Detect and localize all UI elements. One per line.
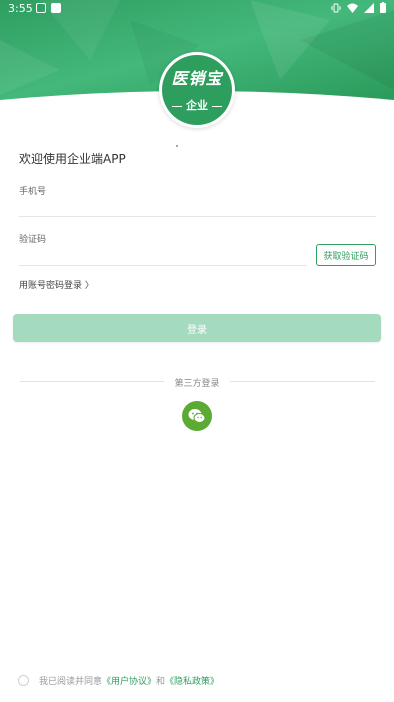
vibrate-icon [331, 3, 341, 12]
password-login-link[interactable]: 用账号密码登录 〉 [19, 278, 94, 291]
app-logo: 医销宝 企业 [159, 52, 235, 128]
code-label: 验证码 [19, 235, 47, 245]
wifi-icon [347, 3, 358, 13]
decorative-dot [176, 145, 178, 147]
app-icon [51, 3, 61, 13]
logo-subtitle: 企业 [162, 97, 232, 113]
wechat-icon [188, 409, 206, 423]
code-input[interactable] [19, 246, 307, 266]
user-agreement-link[interactable]: 《用户协议》 [102, 674, 156, 687]
phone-input[interactable] [19, 197, 376, 217]
agreement-radio[interactable] [18, 675, 29, 686]
status-bar: 3:55 [0, 0, 394, 18]
notification-icon [36, 3, 46, 13]
battery-icon [380, 2, 386, 13]
privacy-policy-link[interactable]: 《隐私政策》 [165, 674, 219, 687]
notification-icons [36, 3, 61, 13]
agreement-prefix: 我已阅读并同意 [39, 677, 103, 687]
logo-badge: 医销宝 企业 [162, 55, 232, 125]
phone-label: 手机号 [19, 187, 47, 197]
signal-icon [364, 2, 374, 13]
logo-title: 医销宝 [171, 69, 223, 88]
agreement-row: 我已阅读并同意 《用户协议》 和 《隐私政策》 [18, 674, 219, 687]
login-button[interactable]: 登录 [13, 314, 381, 342]
agreement-and: 和 [156, 677, 166, 687]
divider-right [230, 381, 375, 382]
system-icons [331, 2, 386, 13]
get-code-button[interactable]: 获取验证码 [316, 244, 376, 266]
wechat-login-button[interactable] [182, 401, 212, 431]
welcome-title: 欢迎使用企业端APP [19, 152, 126, 166]
third-party-label: 第三方登录 [174, 379, 220, 389]
status-time: 3:55 [8, 2, 33, 15]
